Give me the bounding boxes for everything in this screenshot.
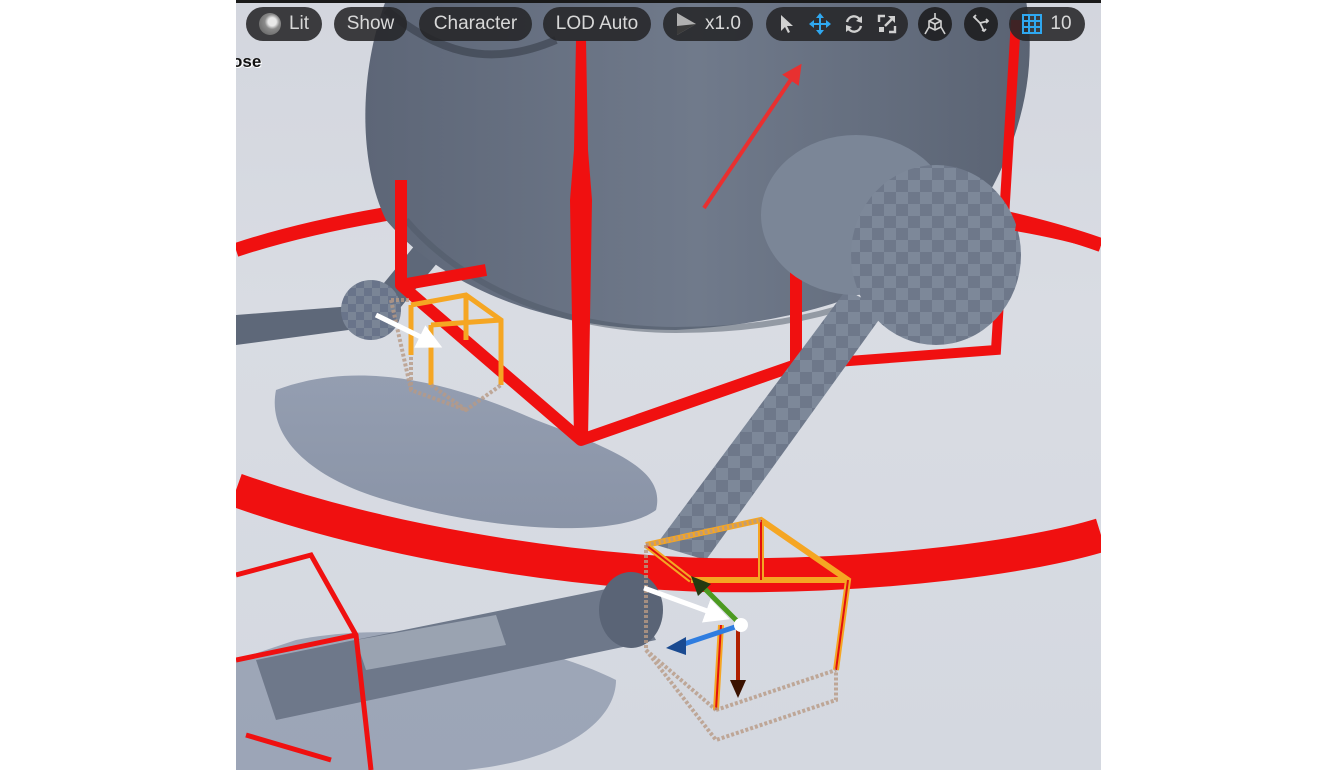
translate-tool-button[interactable]: [804, 7, 838, 41]
viewport-top-border: [236, 0, 1101, 3]
show-menu-button[interactable]: Show: [334, 7, 407, 41]
view-mode-label: Lit: [288, 13, 310, 34]
show-label: Show: [346, 13, 395, 34]
grid-snap-icon: [1022, 14, 1043, 34]
editor-viewport[interactable]: ose Lit Show Character LOD Auto x1.0 10: [236, 0, 1101, 770]
lod-label: LOD Auto: [555, 13, 639, 34]
viewport-overlay-label: ose: [236, 52, 262, 71]
rotate-tool-button[interactable]: [837, 7, 871, 41]
playback-speed-label: x1.0: [705, 13, 741, 34]
physics-ring-right: [1014, 219, 1101, 251]
shoulder-cylinder-cap: [851, 165, 1021, 345]
lod-menu-button[interactable]: LOD Auto: [543, 7, 651, 41]
joint-lower: [599, 572, 663, 648]
view-mode-button[interactable]: Lit: [246, 7, 322, 41]
grid-snap-value: 10: [1050, 13, 1072, 34]
scale-tool-button[interactable]: [871, 7, 905, 41]
constraint-box-lower: [644, 516, 852, 743]
gizmo-axis-z: [680, 622, 742, 648]
grid-snap-button[interactable]: 10: [1009, 7, 1085, 41]
select-tool-button[interactable]: [770, 7, 804, 41]
surface-snap-button[interactable]: [964, 7, 998, 41]
rotate-icon: [845, 15, 862, 33]
viewport-toolbar: Lit Show Character LOD Auto x1.0 10: [236, 7, 1101, 41]
world-local-space-icon: [924, 13, 946, 35]
joint-upper-left: [341, 280, 401, 340]
playback-speed-button[interactable]: x1.0: [663, 7, 753, 41]
surface-snap-icon: [972, 14, 990, 33]
lit-sphere-icon: [258, 13, 281, 35]
select-arrow-icon: [780, 15, 793, 33]
character-menu-button[interactable]: Character: [419, 7, 532, 41]
character-label: Character: [433, 13, 518, 34]
translate-icon: [809, 13, 832, 35]
transform-tools-group: [766, 7, 908, 41]
gizmo-center: [734, 618, 748, 632]
scale-icon: [878, 14, 897, 34]
scene-render[interactable]: [236, 0, 1101, 770]
transform-gizmo[interactable]: [666, 576, 748, 698]
coordinate-space-button[interactable]: [918, 7, 952, 41]
play-icon: [677, 13, 697, 35]
